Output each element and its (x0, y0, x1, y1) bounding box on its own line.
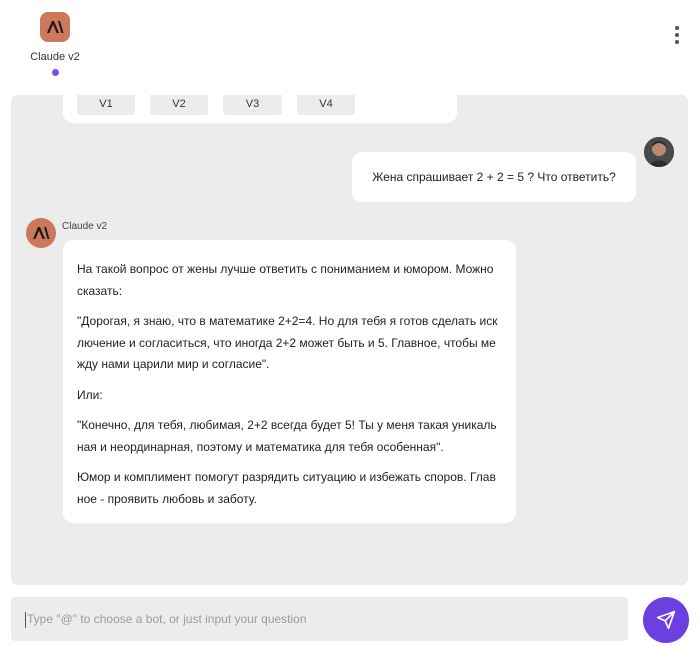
claude-logo-icon (40, 12, 70, 42)
question-input[interactable]: Type "@" to choose a bot, or just input … (11, 597, 628, 641)
bot-paragraph: "Дорогая, я знаю, что в математике 2+2=4… (77, 314, 498, 371)
bot-tab-claude[interactable]: Claude v2 (27, 12, 83, 76)
bot-paragraph: "Конечно, для тебя, любимая, 2+2 всегда … (77, 418, 497, 454)
version-button-v2[interactable]: V2 (150, 95, 208, 115)
version-button-v1[interactable]: V1 (77, 95, 135, 115)
user-avatar[interactable] (644, 137, 674, 167)
bot-name-label: Claude v2 (62, 221, 108, 232)
version-button-v4[interactable]: V4 (297, 95, 355, 115)
more-vertical-icon[interactable] (671, 26, 683, 46)
bot-message: На такой вопрос от жены лучше ответить с… (63, 240, 516, 523)
header: Claude v2 (0, 0, 700, 90)
send-icon (656, 610, 676, 630)
text-caret (25, 611, 26, 628)
version-button-v3[interactable]: V3 (223, 95, 282, 115)
bot-paragraph: На такой вопрос от жены лучше ответить с… (77, 262, 494, 298)
bot-paragraph: Юмор и комплимент помогут разрядить ситу… (77, 470, 496, 506)
send-button[interactable] (643, 597, 689, 643)
bot-paragraph: Или: (77, 387, 103, 402)
bot-tab-label: Claude v2 (30, 51, 80, 63)
chat-area[interactable]: V1 V2 V3 V4 Жена спрашивает 2 + 2 = 5 ? … (11, 95, 688, 585)
active-indicator (51, 69, 59, 76)
input-placeholder: Type "@" to choose a bot, or just input … (27, 612, 307, 626)
user-message: Жена спрашивает 2 + 2 = 5 ? Что ответить… (352, 152, 636, 202)
bot-avatar-icon (26, 218, 56, 248)
